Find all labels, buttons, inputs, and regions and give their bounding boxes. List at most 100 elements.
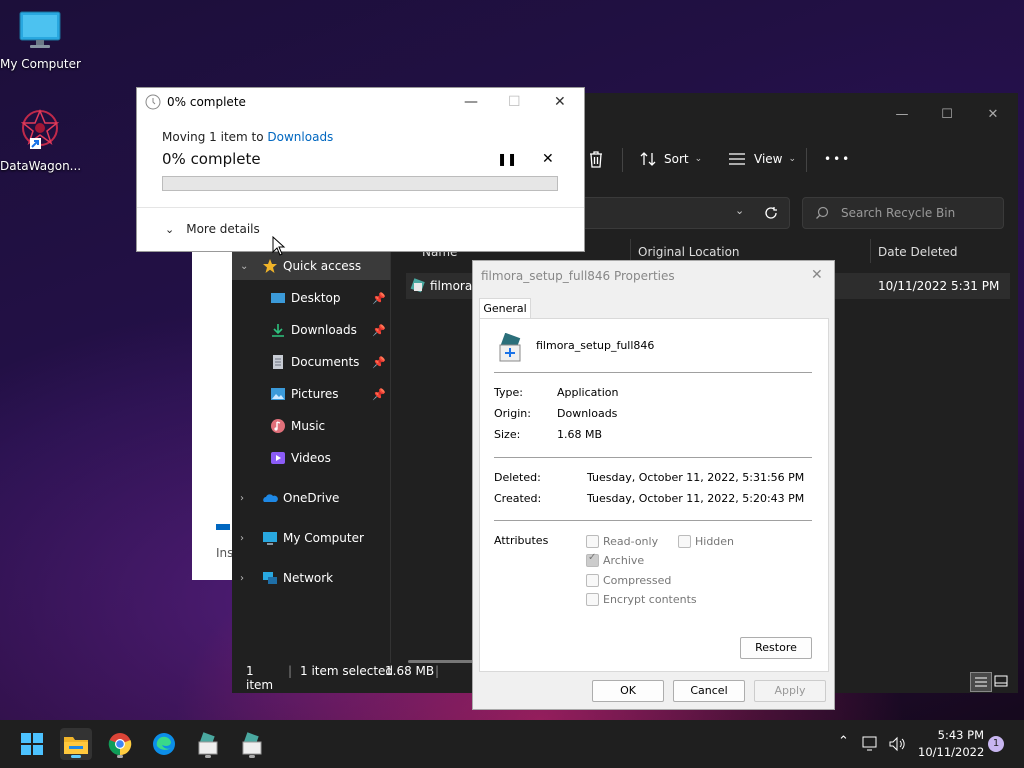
onedrive-icon (263, 494, 278, 502)
taskbar-installer[interactable] (236, 728, 268, 760)
taskbar-file-explorer[interactable] (60, 728, 92, 760)
chevron-right-icon[interactable]: › (240, 573, 244, 584)
more-details-toggle[interactable]: ⌄ More details (165, 222, 260, 236)
nav-label: Documents (291, 355, 360, 369)
clock-time: 5:43 PM (937, 728, 984, 742)
encrypt-checkbox[interactable]: Encrypt contents (586, 593, 697, 606)
details-view-icon (975, 677, 987, 687)
taskbar: ⌃ 5:43 PM 10/11/2022 1 (0, 720, 1024, 768)
nav-label: Videos (291, 451, 331, 465)
start-button[interactable] (16, 728, 48, 760)
apply-button[interactable]: Apply (754, 680, 826, 702)
chevron-right-icon[interactable]: › (240, 533, 244, 544)
volume-icon[interactable] (888, 736, 906, 752)
divider (494, 520, 812, 521)
nav-item-downloads[interactable]: Downloads 📌 (232, 316, 390, 344)
close-button[interactable]: ✕ (983, 107, 1003, 123)
restore-button[interactable]: Restore (740, 637, 812, 659)
show-hidden-icons-button[interactable]: ⌃ (838, 734, 849, 749)
background-window[interactable]: Ins (192, 250, 237, 580)
close-button[interactable]: ✕ (554, 94, 566, 110)
running-indicator (71, 755, 81, 758)
nav-item-videos[interactable]: Videos (232, 444, 390, 472)
file-operation-dialog[interactable]: 0% complete — ☐ ✕ Moving 1 item to Downl… (136, 87, 585, 252)
nav-item-desktop[interactable]: Desktop 📌 (232, 284, 390, 312)
read-only-checkbox[interactable]: Read-only (586, 535, 658, 548)
checkbox-box: ✓ (586, 552, 599, 567)
navigation-pane[interactable]: ⌄ Quick access Desktop 📌 Downloads 📌 Doc… (232, 250, 390, 656)
cancel-operation-button[interactable]: ✕ (542, 151, 554, 167)
nav-item-music[interactable]: Music (232, 412, 390, 440)
taskbar-chrome[interactable] (104, 728, 136, 760)
nav-item-network[interactable]: › Network (232, 564, 390, 592)
sort-button[interactable]: Sort ⌄ (640, 143, 702, 175)
search-box[interactable]: Search Recycle Bin (802, 197, 1004, 229)
nav-item-my-computer[interactable]: › My Computer (232, 524, 390, 552)
column-header-date-deleted[interactable]: Date Deleted (878, 245, 958, 259)
taskbar-installer[interactable] (192, 728, 224, 760)
tiles-view-button[interactable] (992, 672, 1010, 690)
maximize-button[interactable]: ☐ (937, 107, 957, 123)
checkmark-icon: ✓ (588, 552, 597, 563)
type-value: Application (557, 386, 619, 399)
nav-label: Downloads (291, 323, 357, 337)
nav-label: Network (283, 571, 334, 585)
dialog-titlebar: 0% complete (145, 94, 246, 110)
refresh-icon[interactable] (764, 206, 778, 220)
cancel-button[interactable]: Cancel (673, 680, 745, 702)
checkbox-label: Hidden (695, 535, 735, 548)
column-header-original-location[interactable]: Original Location (638, 245, 740, 259)
type-label: Type: (494, 386, 523, 399)
pictures-folder-icon (271, 388, 285, 400)
search-icon (816, 206, 829, 219)
notification-badge[interactable]: 1 (988, 736, 1004, 752)
network-status-icon[interactable] (862, 736, 880, 752)
properties-dialog[interactable]: filmora_setup_full846 Properties ✕ Gener… (472, 260, 835, 710)
background-window-text: Ins (216, 546, 234, 560)
minimize-button[interactable]: — (892, 107, 912, 123)
taskbar-edge[interactable] (148, 728, 180, 760)
videos-folder-icon (271, 452, 285, 464)
tab-general[interactable]: General (479, 298, 531, 320)
pause-button[interactable]: ❚❚ (497, 152, 517, 166)
delete-button[interactable] (588, 143, 612, 175)
nav-item-pictures[interactable]: Pictures 📌 (232, 380, 390, 408)
clock[interactable]: 5:43 PM 10/11/2022 (918, 728, 984, 759)
nav-item-quick-access[interactable]: ⌄ Quick access (232, 252, 390, 280)
checkbox-box (678, 535, 691, 548)
address-bar[interactable]: ⌄ (572, 197, 790, 229)
chevron-right-icon[interactable]: › (240, 493, 244, 504)
compressed-checkbox[interactable]: Compressed (586, 574, 671, 587)
horizontal-scrollbar[interactable] (408, 660, 478, 663)
star-icon (263, 259, 277, 273)
nav-item-onedrive[interactable]: › OneDrive (232, 484, 390, 512)
checkbox-box (586, 574, 599, 587)
hidden-checkbox[interactable]: Hidden (678, 535, 734, 548)
minimize-button[interactable]: — (464, 94, 478, 110)
archive-checkbox[interactable]: ✓ Archive (586, 552, 644, 567)
desktop-icon-my-computer[interactable]: My Computer (0, 10, 81, 71)
nav-label: OneDrive (283, 491, 340, 505)
more-options-button[interactable]: ••• (824, 143, 851, 175)
search-placeholder: Search Recycle Bin (841, 206, 956, 220)
sort-icon (640, 152, 656, 166)
pin-icon: 📌 (372, 355, 386, 369)
dialog-title: filmora_setup_full846 Properties (481, 269, 675, 283)
view-button[interactable]: View ⌄ (728, 143, 796, 175)
installer-icon (242, 732, 262, 755)
ok-button[interactable]: OK (592, 680, 664, 702)
close-button[interactable]: ✕ (811, 267, 823, 283)
running-indicator (205, 755, 211, 758)
desktop-icon-datawagon[interactable]: DataWagon... (0, 108, 81, 173)
checkbox-label: Compressed (603, 574, 672, 587)
chevron-down-icon[interactable]: ⌄ (240, 261, 248, 272)
checkbox-box (586, 593, 599, 606)
details-view-button[interactable] (970, 672, 992, 692)
destination-link[interactable]: Downloads (267, 130, 333, 144)
size-label: Size: (494, 428, 521, 441)
clock-date: 10/11/2022 (918, 745, 985, 759)
installer-icon (198, 732, 218, 755)
status-item-count: 1 item (246, 664, 274, 692)
nav-item-documents[interactable]: Documents 📌 (232, 348, 390, 376)
pin-icon: 📌 (372, 291, 386, 305)
